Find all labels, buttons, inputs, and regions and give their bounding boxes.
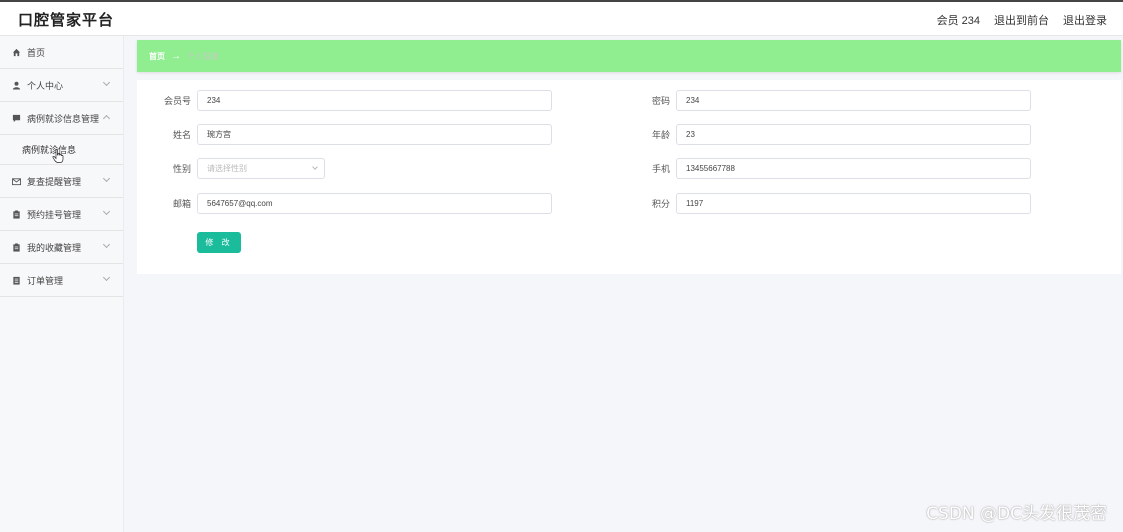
main-content: 首页 → 个人信息 会员号 234 密码 234 姓名 琬方宫 年龄 23 性别… — [137, 40, 1121, 274]
points-input[interactable]: 1197 — [676, 193, 1031, 214]
top-right-links: 会员 234 退出到前台 退出登录 — [937, 12, 1107, 28]
modify-button[interactable]: 修 改 — [197, 232, 241, 253]
hand-cursor-icon — [52, 149, 64, 163]
points-field: 积分 1197 — [622, 193, 1031, 214]
gender-placeholder: 请选择性别 — [207, 164, 247, 173]
sidebar-item-appointment[interactable]: 预约挂号管理 — [0, 198, 123, 231]
arrow-right-icon: → — [171, 50, 181, 62]
sidebar-item-label: 我的收藏管理 — [27, 242, 82, 253]
phone-field: 手机 13455667788 — [622, 158, 1031, 179]
breadcrumb-current: 个人信息 — [187, 51, 219, 61]
phone-label: 手机 — [651, 164, 670, 174]
age-input[interactable]: 23 — [676, 124, 1031, 145]
chevron-down-icon — [102, 78, 111, 87]
mail-icon — [12, 177, 21, 185]
age-label: 年龄 — [651, 130, 670, 140]
name-input[interactable]: 琬方宫 — [197, 124, 552, 145]
phone-input[interactable]: 13455667788 — [676, 158, 1031, 179]
name-label: 姓名 — [172, 130, 191, 140]
member-no-field: 会员号 234 — [143, 90, 552, 111]
sidebar-item-personal-center[interactable]: 个人中心 — [0, 69, 123, 102]
sidebar-item-home[interactable]: 首页 — [0, 36, 123, 69]
chevron-down-icon — [312, 164, 318, 170]
password-label: 密码 — [651, 96, 670, 106]
watermark: CSDN @DC头发很茂密 — [926, 504, 1107, 524]
sidebar-item-label: 预约挂号管理 — [27, 209, 82, 220]
gender-label: 性别 — [172, 164, 191, 174]
chat-icon — [12, 114, 21, 122]
member-no-input[interactable]: 234 — [197, 90, 552, 111]
chevron-down-icon — [102, 174, 111, 183]
points-label: 积分 — [651, 199, 670, 209]
clipboard-icon — [13, 209, 20, 219]
user-icon — [12, 81, 21, 90]
sidebar: 首页 个人中心 病例就诊信息管理 病例就诊信息 复查提醒管理 预约挂号管理 我的… — [0, 36, 124, 532]
age-field: 年龄 23 — [622, 124, 1031, 145]
chevron-down-icon — [102, 240, 111, 249]
sidebar-item-orders[interactable]: 订单管理 — [0, 264, 123, 297]
clipboard-icon — [13, 242, 20, 252]
gender-field: 性别 请选择性别 — [143, 158, 325, 179]
exit-to-front-link[interactable]: 退出到前台 — [994, 12, 1049, 28]
breadcrumb: 首页 → 个人信息 — [137, 40, 1121, 72]
profile-form: 会员号 234 密码 234 姓名 琬方宫 年龄 23 性别 请选择性别 手机 … — [137, 80, 1121, 274]
chevron-up-icon — [102, 114, 111, 123]
sidebar-item-case-management[interactable]: 病例就诊信息管理 — [0, 102, 123, 135]
member-no-label: 会员号 — [163, 96, 191, 106]
home-icon — [12, 48, 21, 56]
list-icon — [13, 276, 20, 285]
sidebar-item-label: 首页 — [27, 47, 46, 58]
gender-select[interactable]: 请选择性别 — [197, 158, 325, 179]
logout-link[interactable]: 退出登录 — [1063, 12, 1107, 28]
chevron-down-icon — [102, 207, 111, 216]
breadcrumb-home-link[interactable]: 首页 — [149, 51, 165, 62]
email-input[interactable]: 5647657@qq.com — [197, 193, 552, 214]
email-field: 邮箱 5647657@qq.com — [143, 193, 552, 214]
sidebar-item-review-reminder[interactable]: 复查提醒管理 — [0, 165, 123, 198]
sidebar-item-label: 个人中心 — [27, 80, 64, 91]
top-bar: 口腔管家平台 会员 234 退出到前台 退出登录 — [0, 0, 1123, 36]
name-field: 姓名 琬方宫 — [143, 124, 552, 145]
sidebar-item-label: 订单管理 — [27, 275, 64, 286]
email-label: 邮箱 — [172, 199, 191, 209]
sidebar-subitem-label: 病例就诊信息 — [22, 145, 77, 155]
brand-title: 口腔管家平台 — [18, 12, 115, 29]
sidebar-item-label: 复查提醒管理 — [27, 176, 82, 187]
password-field: 密码 234 — [622, 90, 1031, 111]
sidebar-subitem-case-info[interactable]: 病例就诊信息 — [0, 135, 123, 165]
sidebar-item-favorites[interactable]: 我的收藏管理 — [0, 231, 123, 264]
chevron-down-icon — [102, 273, 111, 282]
password-input[interactable]: 234 — [676, 90, 1031, 111]
sidebar-item-label: 病例就诊信息管理 — [27, 113, 100, 124]
member-label: 会员 234 — [936, 15, 980, 27]
